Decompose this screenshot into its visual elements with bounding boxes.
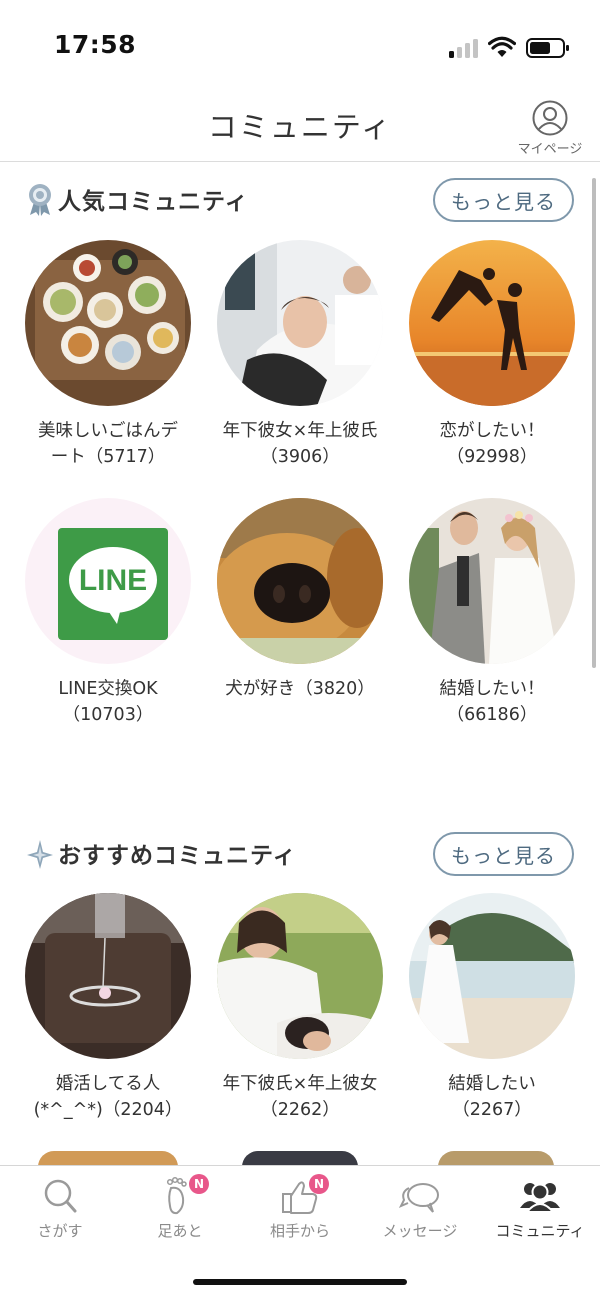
mypage-button[interactable]: マイページ	[510, 100, 590, 157]
chat-bubbles-icon	[398, 1183, 439, 1213]
community-thumbnail	[217, 498, 383, 664]
tab-label: 足あと	[157, 1222, 203, 1240]
recommended-section-title: おすすめコミュニティ	[58, 843, 297, 869]
community-item-younger-gf-older-bf[interactable]: 年下彼女×年上彼氏 （3906）	[204, 240, 396, 470]
community-item-line-exchange[interactable]: LINE LINE交換OK （10703）	[12, 498, 204, 728]
community-thumbnail	[217, 240, 383, 406]
recommended-section-header: おすすめコミュニティ もっと見る	[0, 832, 600, 882]
tab-label: コミュニティ	[495, 1222, 585, 1240]
community-name: 年下彼氏×年上彼女 （2262）	[222, 1074, 378, 1120]
tab-label: 相手から	[269, 1222, 330, 1240]
new-badge: N	[309, 1174, 329, 1194]
user-icon	[532, 100, 568, 136]
sparkle-icon	[27, 840, 53, 869]
line-logo-text: LINE	[79, 564, 147, 597]
community-thumbnail	[409, 240, 575, 406]
popular-section-title: 人気コミュニティ	[58, 189, 249, 215]
battery-icon	[526, 38, 569, 58]
community-name: 婚活してる人 (*^_^*)（2204）	[33, 1074, 183, 1120]
tab-search[interactable]: さがす	[0, 1176, 120, 1241]
community-item-love-dogs[interactable]: 犬が好き（3820）	[204, 498, 396, 702]
home-indicator[interactable]	[193, 1279, 407, 1285]
mypage-label: マイページ	[517, 142, 583, 157]
app-header: コミュニティ マイページ	[0, 90, 600, 162]
community-thumbnail	[409, 498, 575, 664]
cellular-signal-icon	[449, 38, 479, 58]
community-thumbnail	[25, 893, 191, 1059]
tab-label: メッセージ	[382, 1222, 458, 1240]
wifi-icon	[488, 36, 516, 57]
community-item-want-love[interactable]: 恋がしたい！ （92998）	[396, 240, 588, 470]
scrollbar[interactable]	[592, 178, 596, 668]
status-bar: 17:58	[0, 0, 600, 90]
tab-footprints[interactable]: N 足あと	[120, 1174, 240, 1241]
community-thumbnail	[25, 240, 191, 406]
community-name: 年下彼女×年上彼氏 （3906）	[222, 421, 378, 467]
bottom-tab-bar: さがす N 足あと N 相手から メッセージ コミュニティ	[0, 1165, 600, 1299]
community-name: 結婚したい （2267）	[448, 1074, 536, 1120]
medal-icon	[29, 184, 51, 216]
new-badge: N	[189, 1174, 209, 1194]
search-icon	[44, 1179, 77, 1213]
community-item-konkatsu[interactable]: 婚活してる人 (*^_^*)（2204）	[12, 893, 204, 1123]
status-time: 17:58	[54, 30, 137, 59]
community-item-gohan-date[interactable]: 美味しいごはんデ ート（5717）	[12, 240, 204, 470]
community-name: LINE交換OK （10703）	[58, 679, 158, 725]
tab-community[interactable]: コミュニティ	[480, 1176, 600, 1241]
community-thumbnail	[217, 893, 383, 1059]
tab-messages[interactable]: メッセージ	[360, 1176, 480, 1241]
community-name: 美味しいごはんデ ート（5717）	[38, 421, 178, 467]
community-thumbnail: LINE	[25, 498, 191, 664]
community-thumbnail	[409, 893, 575, 1059]
community-icon	[520, 1183, 560, 1213]
community-name: 恋がしたい！ （92998）	[439, 421, 545, 467]
recommended-more-button[interactable]: もっと見る	[433, 832, 574, 876]
tab-likes-received[interactable]: N 相手から	[240, 1174, 360, 1241]
community-item-want-marry-2[interactable]: 結婚したい （2267）	[396, 893, 588, 1123]
tab-label: さがす	[37, 1222, 83, 1240]
community-item-younger-bf-older-gf[interactable]: 年下彼氏×年上彼女 （2262）	[204, 893, 396, 1123]
popular-section-header: 人気コミュニティ もっと見る	[0, 178, 600, 228]
community-name: 犬が好き（3820）	[225, 679, 375, 699]
community-name: 結婚したい！ （66186）	[439, 679, 545, 725]
community-item-want-marry[interactable]: 結婚したい！ （66186）	[396, 498, 588, 728]
popular-more-button[interactable]: もっと見る	[433, 178, 574, 222]
